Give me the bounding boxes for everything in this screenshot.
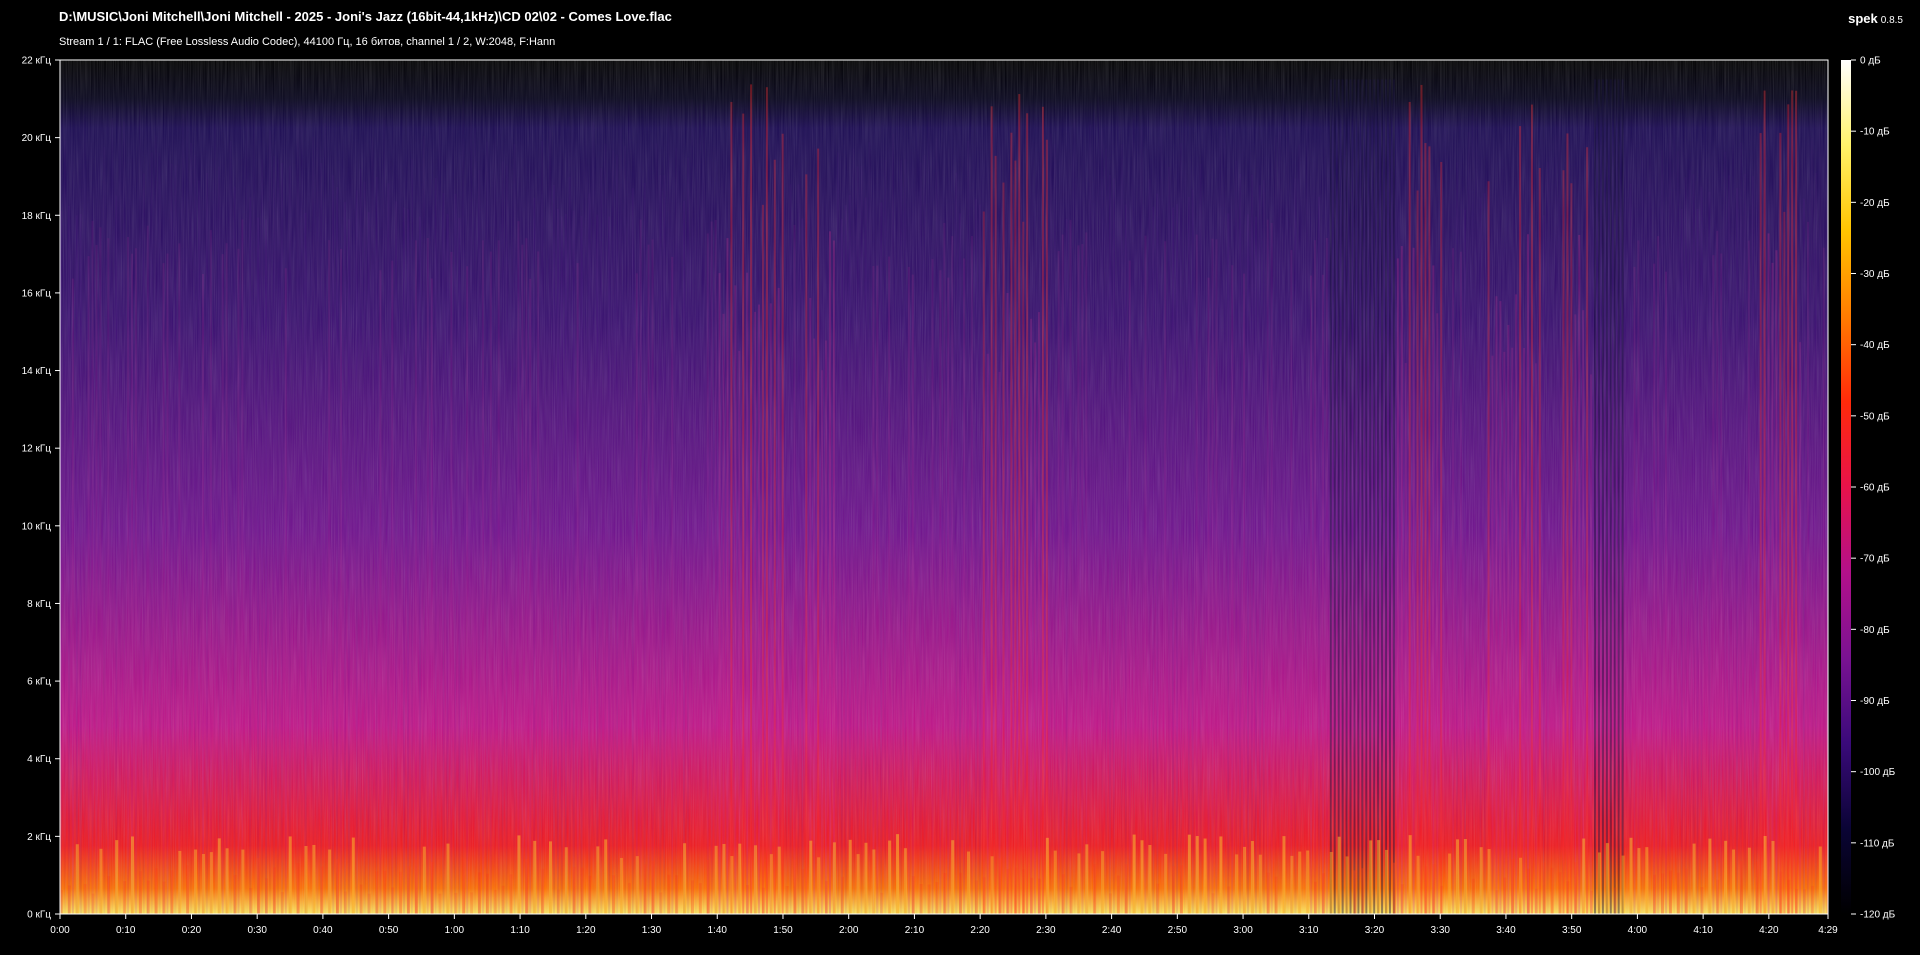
db-tick-label: -120 дБ [1860,910,1896,921]
time-tick-label: 1:00 [445,925,465,936]
db-tick-label: -10 дБ [1860,127,1890,138]
time-tick-label: 3:40 [1496,925,1516,936]
spectrogram-chart: 0 кГц 2 кГц 4 кГц 6 кГц 8 кГц 10 кГц 12 кГц 14 … [22,56,1896,937]
time-tick-label: 4:20 [1759,925,1779,936]
freq-tick-label: 22 кГц [22,56,52,67]
time-tick-label: 2:20 [970,925,990,936]
freq-tick-label: 0 кГц [27,910,51,921]
freq-tick-label: 16 кГц [22,288,52,299]
db-tick-label: -90 дБ [1860,696,1890,707]
db-axis: 0 дБ -10 дБ -20 дБ -30 дБ -40 дБ -50 дБ -60 дБ… [1851,56,1896,921]
db-tick-label: -20 дБ [1860,198,1890,209]
time-tick-label: 0:20 [182,925,202,936]
time-tick-label: 1:20 [576,925,596,936]
db-tick-label: -50 дБ [1860,411,1890,422]
time-tick-label: 1:30 [642,925,662,936]
time-tick-label: 2:00 [839,925,859,936]
time-tick-label: 2:10 [905,925,925,936]
db-tick-label: -40 дБ [1860,340,1890,351]
db-tick-label: -60 дБ [1860,483,1890,494]
time-tick-label: 0:30 [247,925,267,936]
time-tick-label: 1:40 [708,925,728,936]
db-tick-label: -110 дБ [1860,838,1895,849]
time-tick-label: 4:29 [1818,925,1838,936]
time-tick-label: 3:10 [1299,925,1319,936]
db-tick-label: -30 дБ [1860,269,1890,280]
spectrogram-texture [60,60,1828,914]
freq-tick-label: 4 кГц [27,754,51,765]
time-tick-label: 3:50 [1562,925,1582,936]
time-tick-label: 3:00 [1233,925,1253,936]
time-tick-label: 2:50 [1168,925,1188,936]
freq-tick-label: 18 кГц [22,211,52,222]
freq-tick-label: 20 кГц [22,133,52,144]
db-color-scale [1841,60,1851,914]
time-tick-label: 2:40 [1102,925,1122,936]
frequency-axis: 0 кГц 2 кГц 4 кГц 6 кГц 8 кГц 10 кГц 12 кГц 14 … [22,56,60,921]
spectrogram-plot [60,60,1828,914]
time-tick-label: 0:40 [313,925,333,936]
db-tick-label: -100 дБ [1860,767,1896,778]
time-axis: 0:00 0:10 0:20 0:30 0:40 0:50 1:00 1:10 1:20 1:30… [50,914,1838,936]
time-tick-label: 4:10 [1693,925,1713,936]
time-tick-label: 2:30 [1036,925,1056,936]
freq-tick-label: 12 кГц [22,444,52,455]
time-tick-label: 1:10 [510,925,530,936]
db-tick-label: 0 дБ [1860,56,1881,67]
time-tick-label: 0:00 [50,925,70,936]
freq-tick-label: 14 кГц [22,366,52,377]
freq-tick-label: 6 кГц [27,677,51,688]
time-tick-label: 1:50 [773,925,793,936]
db-tick-label: -80 дБ [1860,625,1890,636]
time-tick-label: 4:00 [1628,925,1648,936]
time-tick-label: 0:50 [379,925,399,936]
db-tick-label: -70 дБ [1860,554,1890,565]
time-tick-label: 3:20 [1365,925,1385,936]
freq-tick-label: 8 кГц [27,599,51,610]
time-tick-label: 3:30 [1430,925,1450,936]
freq-tick-label: 10 кГц [22,521,52,532]
freq-tick-label: 2 кГц [27,832,51,843]
time-tick-label: 0:10 [116,925,136,936]
